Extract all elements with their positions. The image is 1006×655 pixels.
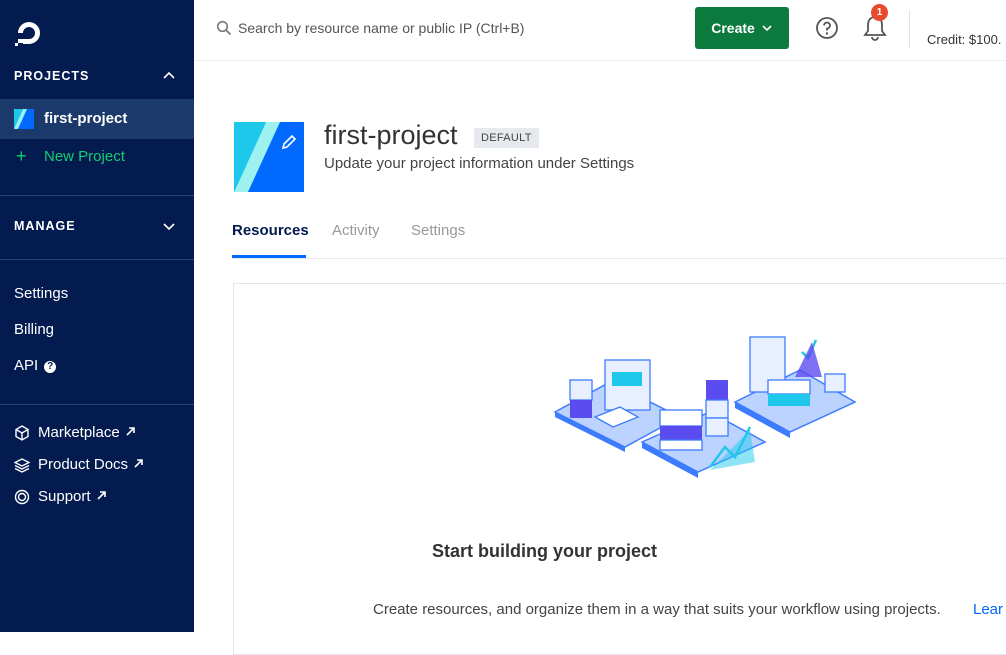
tab-resources[interactable]: Resources — [232, 222, 309, 239]
create-button-label: Create — [711, 20, 755, 36]
page-subtitle: Update your project information under Se… — [324, 155, 635, 172]
search-icon — [216, 20, 232, 36]
sidebar-item-label: Product Docs — [38, 456, 129, 473]
credit-balance[interactable]: Credit: $100. — [927, 32, 1001, 47]
project-icon — [14, 109, 34, 129]
default-badge: DEFAULT — [474, 128, 539, 148]
top-bar: Create 1 Credit: $100. — [194, 0, 1006, 61]
sidebar-item-label: API — [14, 357, 39, 374]
learn-more-link[interactable]: Lear — [973, 601, 1003, 618]
divider — [0, 259, 194, 260]
projects-heading: PROJECTS — [14, 69, 90, 83]
help-icon[interactable] — [815, 16, 839, 40]
plus-icon: + — [16, 146, 27, 166]
digitalocean-logo-icon[interactable] — [14, 18, 44, 48]
chevron-up-icon[interactable] — [162, 69, 176, 83]
project-tabs: Resources Activity Settings — [232, 222, 1006, 259]
sidebar-item-settings[interactable]: Settings — [14, 285, 68, 302]
sidebar-item-label: first-project — [44, 110, 128, 127]
help-icon[interactable]: ? — [44, 361, 57, 373]
empty-state-heading-wrap: Start building your project — [0, 541, 1006, 562]
new-project-button[interactable]: + New Project — [0, 142, 194, 172]
empty-state-title: Start building your project — [432, 541, 658, 561]
tab-activity[interactable]: Activity — [332, 222, 380, 239]
chevron-down-icon — [762, 25, 772, 32]
layers-icon — [14, 458, 30, 473]
chevron-down-icon[interactable] — [162, 219, 176, 233]
active-tab-indicator — [232, 255, 306, 258]
external-link-icon — [96, 491, 106, 500]
search-input[interactable] — [238, 16, 678, 40]
empty-state-description: Create resources, and organize them in a… — [373, 601, 941, 618]
page-title: first-project — [324, 120, 458, 150]
tab-settings[interactable]: Settings — [411, 222, 465, 239]
sidebar-item-api[interactable]: API? — [14, 357, 57, 374]
sidebar-item-first-project[interactable]: first-project — [0, 99, 194, 139]
sidebar: PROJECTS first-project + New Project MAN… — [0, 0, 194, 632]
sidebar-item-label: Support — [38, 488, 91, 505]
new-project-label: New Project — [44, 148, 125, 165]
divider — [0, 195, 194, 196]
divider — [0, 404, 194, 405]
create-button[interactable]: Create — [695, 7, 789, 49]
manage-heading: MANAGE — [14, 219, 76, 233]
notification-badge: 1 — [871, 4, 888, 21]
cube-icon — [15, 425, 29, 441]
divider — [909, 10, 910, 48]
external-link-icon — [126, 427, 135, 436]
sidebar-item-label: Marketplace — [38, 424, 120, 441]
sidebar-item-billing[interactable]: Billing — [14, 321, 54, 338]
empty-state-illustration — [553, 336, 857, 478]
lifebuoy-icon — [14, 489, 30, 505]
external-link-icon — [134, 459, 143, 468]
project-logo[interactable] — [234, 122, 304, 192]
